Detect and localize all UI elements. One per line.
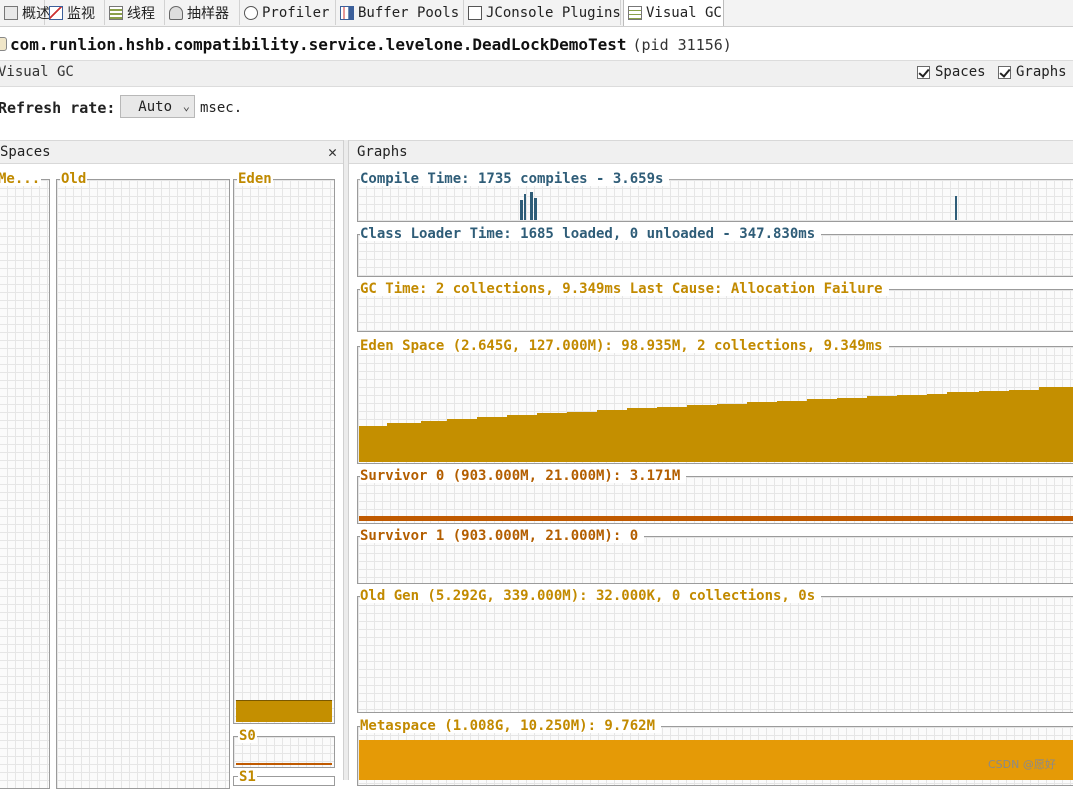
- tab-visual-gc[interactable]: Visual GC: [623, 0, 724, 26]
- section-label: Visual GC: [0, 64, 74, 80]
- checkbox-checked-icon: [998, 65, 1011, 79]
- panel-splitter[interactable]: [343, 140, 349, 780]
- s0-space-fill: [236, 763, 332, 765]
- threads-icon: [109, 5, 123, 20]
- visual-gc-section-bar: [0, 60, 1073, 87]
- compile-spike: [530, 192, 533, 220]
- gc-time-label: GC Time: 2 collections, 9.349ms Last Cau…: [360, 282, 889, 296]
- jconsole-icon: [468, 5, 482, 20]
- metaspace-usage-area: [359, 740, 1073, 780]
- tab-jconsole-plugins[interactable]: JConsole Plugins: [464, 0, 621, 25]
- class-loader-label: Class Loader Time: 1685 loaded, 0 unload…: [360, 227, 822, 241]
- tab-buffer-pools[interactable]: Buffer Pools: [336, 0, 464, 25]
- old-gen-graph: [357, 596, 1073, 713]
- eden-space-graph-label: Eden Space (2.645G, 127.000M): 98.935M, …: [360, 339, 889, 353]
- eden-space-area-chart: [359, 387, 1073, 462]
- survivor-0-usage-bar: [359, 516, 1073, 521]
- tab-sampler[interactable]: 抽样器: [165, 0, 240, 25]
- metaspace-label: Metaspace (1.008G, 10.250M): 9.762M: [360, 719, 662, 733]
- eden-space-fill: [236, 700, 332, 722]
- compile-spike: [955, 196, 957, 220]
- eden-space-label: Eden: [237, 171, 273, 187]
- refresh-rate-select[interactable]: Auto ⌄: [120, 95, 195, 118]
- tab-overview[interactable]: 概述: [0, 0, 50, 25]
- tab-threads[interactable]: 线程: [105, 0, 165, 25]
- buffer-pools-icon: [340, 5, 354, 20]
- close-icon[interactable]: ✕: [328, 143, 337, 161]
- metaspace-space-label: Me...: [0, 172, 42, 186]
- sampler-icon: [169, 5, 183, 20]
- visual-gc-icon: [628, 6, 642, 20]
- app-class-name: com.runlion.hshb.compatibility.service.l…: [10, 35, 627, 54]
- tab-bar: 概述 监视 线程 抽样器 Profiler Buffer Pools JCons…: [0, 0, 1073, 27]
- graphs-checkbox[interactable]: Graphs: [998, 64, 1067, 80]
- chevron-down-icon: ⌄: [182, 99, 190, 113]
- checkbox-checked-icon: [917, 65, 930, 79]
- compile-time-label: Compile Time: 1735 compiles - 3.659s: [360, 172, 670, 186]
- survivor-0-label: Survivor 0 (903.000M, 21.000M): 3.171M: [360, 469, 687, 483]
- s1-space-label: S1: [238, 769, 257, 785]
- graphs-panel-header: Graphs: [349, 140, 1073, 164]
- app-title: com.runlion.hshb.compatibility.service.l…: [10, 35, 732, 54]
- refresh-rate-label: Refresh rate:: [0, 99, 116, 117]
- eden-usage-area: [359, 387, 1073, 462]
- compile-spike: [520, 200, 523, 220]
- monitor-icon: [49, 5, 63, 20]
- watermark: CSDN @愿好: [988, 758, 1056, 771]
- tab-monitor[interactable]: 监视: [45, 0, 105, 25]
- compile-spike: [524, 194, 526, 220]
- metaspace-space-box: [0, 179, 50, 789]
- spaces-panel-header: Spaces: [0, 140, 343, 164]
- overview-icon: [4, 5, 18, 20]
- old-gen-label: Old Gen (5.292G, 339.000M): 32.000K, 0 c…: [360, 589, 822, 603]
- survivor-1-label: Survivor 1 (903.000M, 21.000M): 0: [360, 529, 645, 543]
- tab-profiler[interactable]: Profiler: [240, 0, 336, 25]
- spaces-checkbox[interactable]: Spaces: [917, 64, 986, 80]
- eden-space-box: [233, 179, 335, 724]
- s0-space-label: S0: [238, 728, 257, 744]
- app-icon: [0, 37, 7, 51]
- old-space-box: [56, 179, 230, 789]
- old-space-label: Old: [60, 171, 88, 187]
- profiler-icon: [244, 5, 258, 20]
- app-pid: (pid 31156): [632, 36, 732, 54]
- compile-spike: [534, 198, 537, 220]
- refresh-rate-unit: msec.: [200, 100, 243, 116]
